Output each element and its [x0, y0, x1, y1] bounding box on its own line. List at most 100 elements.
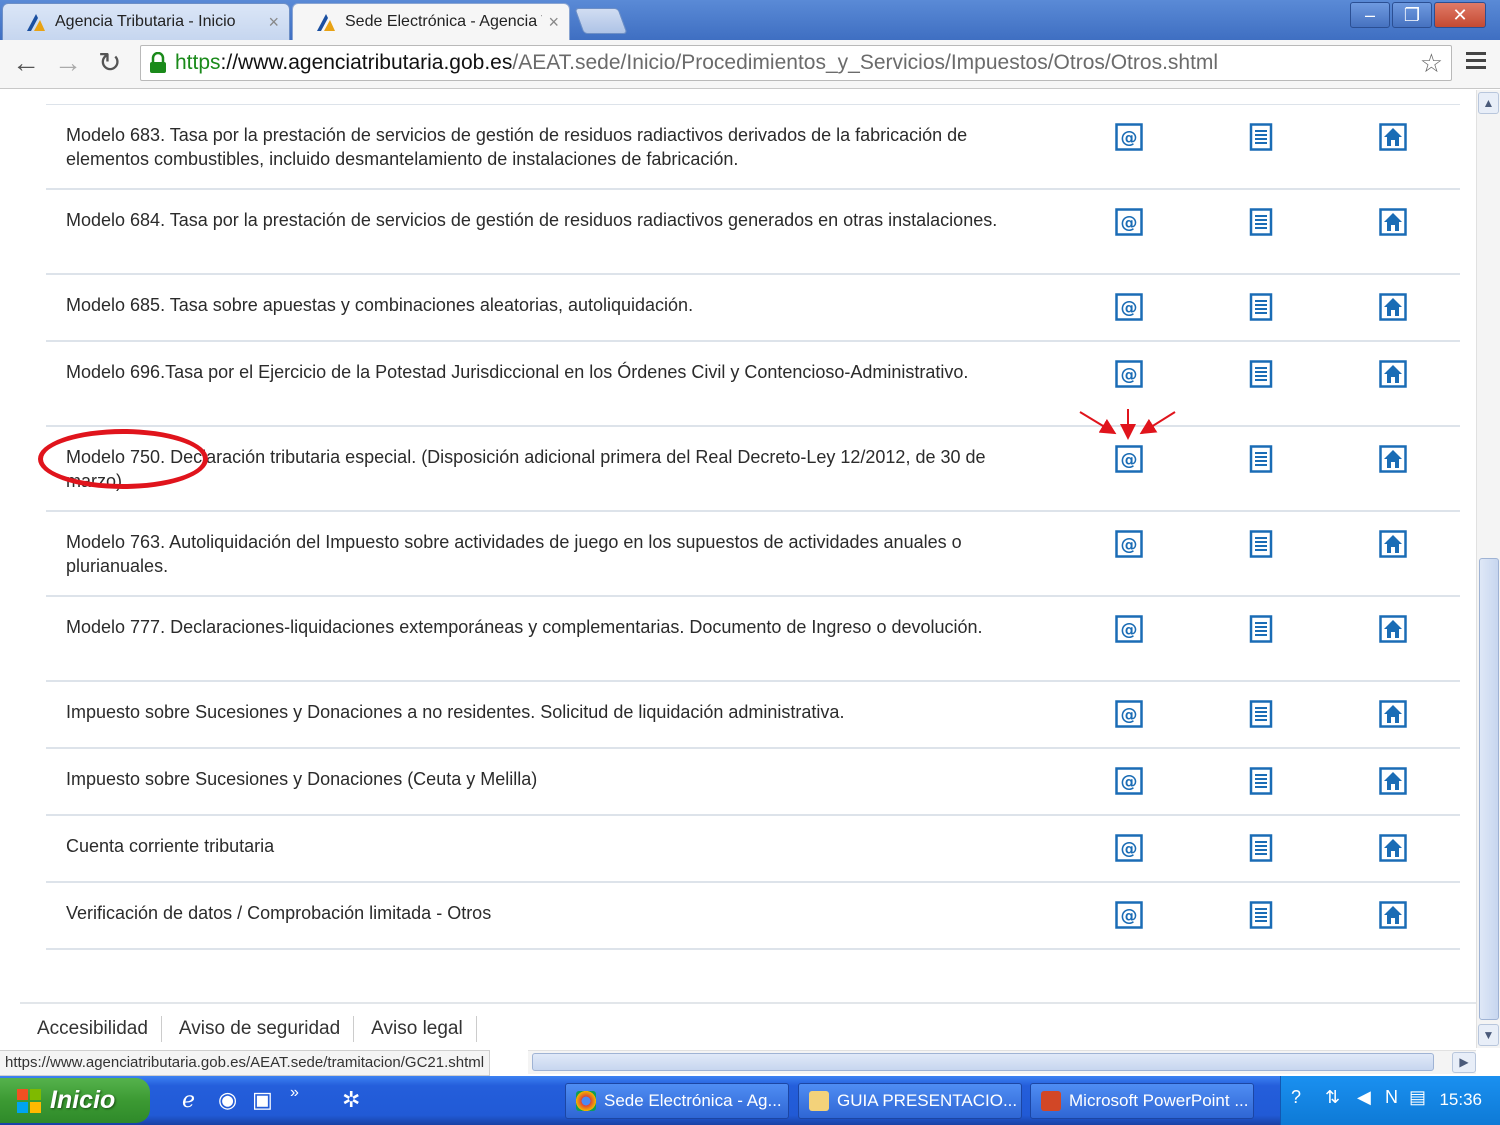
reload-icon[interactable]: ↻	[98, 48, 121, 78]
minimize-button[interactable]: –	[1350, 2, 1390, 28]
svg-text:@: @	[1121, 128, 1138, 148]
procedure-link[interactable]: Modelo 750. Declaración tributaria espec…	[66, 446, 1006, 493]
bookmark-star-icon[interactable]: ☆	[1420, 48, 1443, 79]
procedure-row: Modelo 696.Tasa por el Ejercicio de la P…	[46, 342, 1460, 427]
at-sign-icon[interactable]: @	[1115, 293, 1143, 321]
footer-link-accesibilidad[interactable]: Accesibilidad	[20, 1016, 162, 1042]
task-powerpoint[interactable]: Microsoft PowerPoint ...	[1030, 1083, 1254, 1119]
menu-icon[interactable]	[1466, 52, 1486, 73]
windows-logo-icon	[17, 1088, 41, 1113]
close-icon[interactable]: ×	[268, 12, 279, 33]
document-icon[interactable]	[1247, 767, 1275, 795]
at-sign-icon[interactable]: @	[1115, 615, 1143, 643]
home-icon[interactable]	[1379, 615, 1407, 643]
document-icon[interactable]	[1247, 700, 1275, 728]
home-icon[interactable]	[1379, 700, 1407, 728]
monitor-icon[interactable]: ▤	[1409, 1087, 1426, 1108]
procedure-row: Impuesto sobre Sucesiones y Donaciones a…	[46, 682, 1460, 749]
more-icon[interactable]: »	[290, 1084, 299, 1102]
home-icon[interactable]	[1379, 445, 1407, 473]
procedure-link[interactable]: Modelo 763. Autoliquidación del Impuesto…	[66, 531, 1006, 578]
tab-agencia-inicio[interactable]: Agencia Tributaria - Inicio ×	[2, 3, 290, 40]
chrome-icon[interactable]: ◉	[218, 1087, 237, 1113]
document-icon[interactable]	[1247, 530, 1275, 558]
browser-toolbar: ← → ↻ https://www.agenciatributaria.gob.…	[0, 40, 1500, 89]
help-icon[interactable]: ?	[1291, 1087, 1301, 1108]
horizontal-scrollbar[interactable]: ▶	[528, 1050, 1476, 1074]
at-sign-icon[interactable]: @	[1115, 360, 1143, 388]
restore-button[interactable]: ❐	[1392, 2, 1432, 28]
clock: 15:36	[1439, 1090, 1482, 1109]
at-sign-icon[interactable]: @	[1115, 123, 1143, 151]
procedure-link[interactable]: Modelo 696.Tasa por el Ejercicio de la P…	[66, 361, 1006, 385]
forward-arrow-icon[interactable]: →	[54, 48, 82, 78]
ie-icon[interactable]: ℯ	[182, 1087, 195, 1113]
home-icon[interactable]	[1379, 360, 1407, 388]
task-label: Sede Electrónica - Ag...	[604, 1091, 782, 1110]
scroll-up-icon[interactable]: ▲	[1478, 92, 1499, 114]
procedure-link[interactable]: Modelo 777. Declaraciones-liquidaciones …	[66, 616, 1006, 640]
procedure-row: Verificación de datos / Comprobación lim…	[46, 883, 1460, 950]
back-arrow-icon[interactable]: ←	[12, 48, 40, 78]
new-tab-button[interactable]	[574, 8, 628, 34]
document-icon[interactable]	[1247, 293, 1275, 321]
desktop-icon[interactable]: ✲	[342, 1087, 360, 1113]
document-icon[interactable]	[1247, 445, 1275, 473]
page-viewport: Modelo 683. Tasa por la prestación de se…	[0, 90, 1476, 1048]
at-sign-icon[interactable]: @	[1115, 700, 1143, 728]
at-sign-icon[interactable]: @	[1115, 208, 1143, 236]
network-icon[interactable]: ⇅	[1325, 1087, 1340, 1108]
tab-sede-electronica[interactable]: Sede Electrónica - Agencia Tri ×	[292, 3, 570, 40]
close-window-button[interactable]: ✕	[1434, 2, 1486, 28]
document-icon[interactable]	[1247, 360, 1275, 388]
scroll-right-icon[interactable]: ▶	[1452, 1052, 1476, 1073]
footer-link-aviso-seguridad[interactable]: Aviso de seguridad	[162, 1016, 355, 1042]
at-sign-icon[interactable]: @	[1115, 901, 1143, 929]
scrollbar-thumb[interactable]	[532, 1053, 1434, 1071]
task-chrome[interactable]: Sede Electrónica - Ag...	[565, 1083, 789, 1119]
aeat-logo-icon	[317, 14, 335, 31]
url-host: ://www.agenciatributaria.gob.es	[220, 51, 513, 74]
document-icon[interactable]	[1247, 208, 1275, 236]
vertical-scrollbar[interactable]: ▲ ▼	[1476, 90, 1500, 1048]
footer-links: Accesibilidad Aviso de seguridad Aviso l…	[20, 1016, 477, 1042]
antivirus-icon[interactable]: N	[1385, 1087, 1398, 1108]
procedure-link[interactable]: Cuenta corriente tributaria	[66, 835, 1006, 859]
task-folder[interactable]: GUIA PRESENTACIO...	[798, 1083, 1022, 1119]
procedure-link[interactable]: Impuesto sobre Sucesiones y Donaciones a…	[66, 701, 1006, 725]
procedure-link[interactable]: Modelo 684. Tasa por la prestación de se…	[66, 209, 1006, 233]
home-icon[interactable]	[1379, 767, 1407, 795]
at-sign-icon[interactable]: @	[1115, 767, 1143, 795]
show-hidden-icon[interactable]: ◀	[1357, 1087, 1371, 1108]
procedure-link[interactable]: Modelo 685. Tasa sobre apuestas y combin…	[66, 294, 1006, 318]
at-sign-icon[interactable]: @	[1115, 445, 1143, 473]
home-icon[interactable]	[1379, 834, 1407, 862]
home-icon[interactable]	[1379, 208, 1407, 236]
home-icon[interactable]	[1379, 901, 1407, 929]
document-icon[interactable]	[1247, 123, 1275, 151]
close-icon[interactable]: ×	[548, 12, 559, 33]
footer-link-aviso-legal[interactable]: Aviso legal	[354, 1016, 477, 1042]
aeat-logo-icon	[27, 14, 45, 31]
document-icon[interactable]	[1247, 901, 1275, 929]
at-sign-icon[interactable]: @	[1115, 834, 1143, 862]
document-icon[interactable]	[1247, 834, 1275, 862]
procedure-link[interactable]: Verificación de datos / Comprobación lim…	[66, 902, 1006, 926]
app-icon[interactable]: ▣	[252, 1087, 273, 1113]
browser-titlebar: Agencia Tributaria - Inicio × Sede Elect…	[0, 0, 1500, 40]
address-bar[interactable]: https://www.agenciatributaria.gob.es/AEA…	[140, 45, 1452, 81]
procedure-row: Impuesto sobre Sucesiones y Donaciones (…	[46, 749, 1460, 816]
document-icon[interactable]	[1247, 615, 1275, 643]
at-sign-icon[interactable]: @	[1115, 530, 1143, 558]
home-icon[interactable]	[1379, 123, 1407, 151]
home-icon[interactable]	[1379, 530, 1407, 558]
svg-text:@: @	[1121, 705, 1138, 725]
procedure-link[interactable]: Impuesto sobre Sucesiones y Donaciones (…	[66, 768, 1006, 792]
home-icon[interactable]	[1379, 293, 1407, 321]
scroll-down-icon[interactable]: ▼	[1478, 1024, 1499, 1046]
scrollbar-thumb[interactable]	[1479, 558, 1499, 1020]
procedures-list: Modelo 683. Tasa por la prestación de se…	[46, 104, 1460, 950]
start-button[interactable]: Inicio	[0, 1078, 150, 1123]
procedure-link[interactable]: Modelo 683. Tasa por la prestación de se…	[66, 124, 1006, 171]
svg-text:@: @	[1121, 620, 1138, 640]
